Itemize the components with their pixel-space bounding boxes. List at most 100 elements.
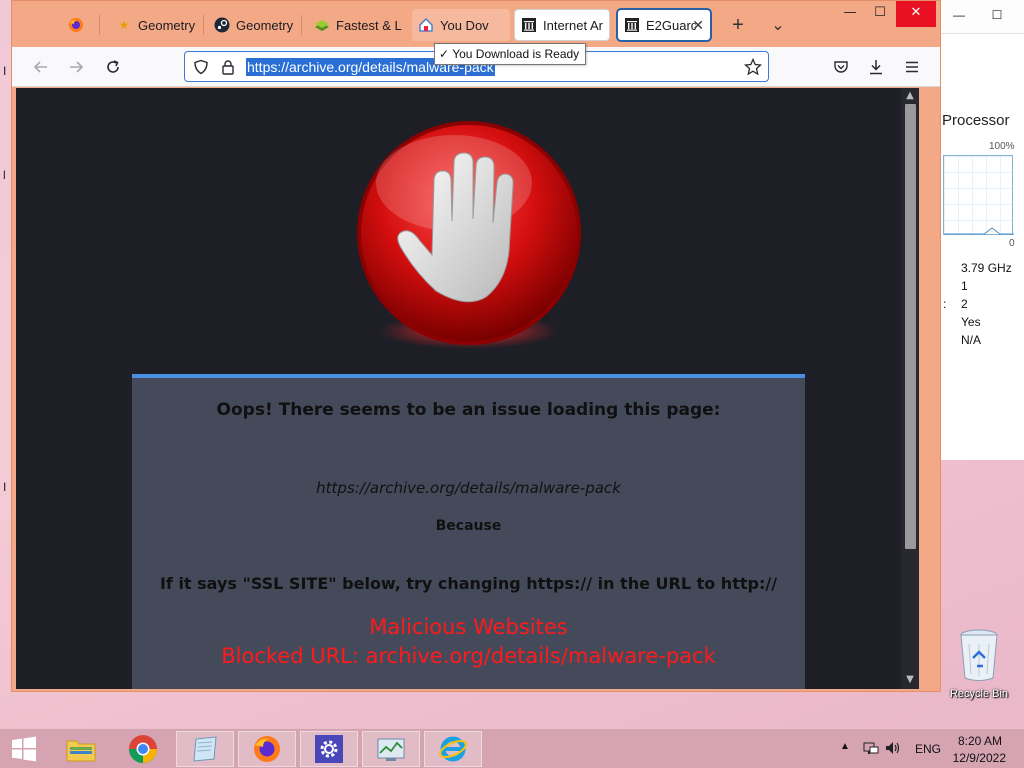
steam-icon — [214, 17, 230, 33]
taskbar: ▲ ENG 8:20 AM 12/9/2022 — [0, 728, 1024, 768]
processor-heading: Processor — [942, 112, 1010, 129]
archive-icon — [521, 17, 537, 33]
download-icon — [870, 60, 882, 75]
show-hidden-icons-button[interactable]: ▲ — [840, 741, 850, 752]
tab-label: Fastest & L — [336, 17, 402, 33]
task-manager-window: — ☐ Processor 100% 0 3.79 GHz 1 : 2 Yes … — [930, 0, 1024, 460]
tab-bar: ★ Geometry Geometry Fastest & L You Dov — [12, 1, 940, 47]
menu-button[interactable] — [900, 55, 924, 79]
volume-icon[interactable] — [884, 739, 902, 762]
tab-fastest[interactable]: Fastest & L — [308, 9, 408, 41]
recycle-bin-label: Recycle Bin — [949, 688, 1009, 700]
task-manager-titlebar: — ☐ — [931, 0, 1024, 34]
bookmark-star-icon[interactable] — [743, 57, 763, 77]
chrome-button[interactable] — [114, 731, 172, 767]
archive-icon — [624, 17, 640, 33]
reload-button[interactable] — [101, 55, 125, 79]
tab-tooltip: ✓ You Download is Ready — [434, 43, 587, 65]
house-icon — [418, 17, 434, 33]
cpu-graph-line — [944, 227, 1014, 235]
close-window-button[interactable]: ✕ — [896, 1, 936, 27]
forward-arrow-icon — [70, 61, 84, 73]
new-tab-button[interactable]: + — [722, 9, 748, 41]
clock-date[interactable]: 12/9/2022 — [953, 751, 1006, 765]
l1-cache-value: N/A — [961, 333, 982, 347]
back-arrow-icon — [33, 61, 47, 73]
because-label: Because — [435, 518, 502, 534]
folder-icon — [66, 740, 96, 762]
page-scrollbar[interactable]: ▲ ▼ — [901, 88, 919, 689]
chrome-icon — [129, 735, 157, 763]
reload-icon — [107, 60, 119, 73]
speed-value: 3.79 GHz — [961, 261, 1012, 275]
tab-geometry-2[interactable]: Geometry — [208, 9, 298, 41]
task-manager-icon — [377, 738, 405, 761]
firefox-icon — [254, 736, 280, 762]
network-icon[interactable] — [862, 739, 880, 762]
colon-text: : — [943, 297, 947, 311]
pocket-button[interactable] — [829, 55, 853, 79]
desktop-edge-text: l — [3, 168, 6, 182]
close-tab-icon[interactable]: ✕ — [692, 17, 704, 34]
tab-geometry-1[interactable]: ★ Geometry — [110, 9, 200, 41]
scroll-down-arrow-icon[interactable]: ▼ — [904, 674, 916, 686]
pocket-icon — [834, 61, 848, 73]
shield-icon[interactable] — [191, 57, 211, 77]
firefox-icon — [68, 17, 84, 33]
tab-e2guardian[interactable]: E2Guard ✕ — [617, 9, 711, 41]
firefox-window: ★ Geometry Geometry Fastest & L You Dov — [11, 0, 941, 692]
ssl-hint-text: If it says "SSL SITE" below, try changin… — [159, 574, 778, 593]
file-explorer-button[interactable] — [52, 731, 110, 767]
graph-min-label: 0 — [1009, 238, 1015, 249]
clock-time[interactable]: 8:20 AM — [958, 734, 1002, 748]
windows-logo-icon — [12, 736, 36, 762]
error-heading: Oops! There seems to be an issue loading… — [216, 400, 721, 420]
tab-label: E2Guard — [646, 17, 696, 33]
tab-label: You Dov — [440, 17, 489, 33]
tab-label: Geometry — [138, 17, 196, 33]
scroll-up-arrow-icon[interactable]: ▲ — [904, 90, 916, 102]
sockets-value: 1 — [961, 279, 968, 293]
star-icon: ★ — [118, 18, 130, 32]
tab-firefox[interactable] — [62, 9, 96, 41]
recycle-bin-shortcut[interactable]: Recycle Bin — [944, 628, 1014, 700]
error-panel: Oops! There seems to be an issue loading… — [132, 374, 805, 689]
downloads-button[interactable] — [864, 55, 888, 79]
language-indicator[interactable]: ENG — [915, 742, 941, 756]
task-manager-button[interactable] — [362, 731, 420, 767]
block-reason: Malicious Websites — [369, 615, 568, 639]
gear-icon — [315, 735, 343, 763]
forward-button[interactable] — [64, 55, 88, 79]
layers-icon — [314, 17, 330, 33]
lock-icon[interactable] — [218, 57, 238, 77]
start-button[interactable] — [0, 731, 48, 767]
page-content: Oops! There seems to be an issue loading… — [16, 88, 919, 689]
settings-button[interactable] — [300, 731, 358, 767]
recycle-bin-icon — [960, 629, 998, 681]
list-all-tabs-button[interactable]: ⌄ — [762, 9, 788, 41]
minimize-button[interactable]: — — [951, 8, 967, 22]
maximize-button[interactable]: ☐ — [989, 8, 1005, 22]
hamburger-menu-icon — [906, 61, 918, 73]
virtualization-value: Yes — [961, 315, 981, 329]
checkmark-icon: ✓ — [439, 47, 450, 61]
stop-hand-icon — [357, 121, 581, 349]
cores-value: 2 — [961, 297, 968, 311]
graph-max-label: 100% — [989, 141, 1015, 152]
tab-you-download[interactable]: You Dov — [412, 9, 510, 41]
tab-label: Internet Ar — [543, 17, 603, 33]
maximize-button[interactable]: ☐ — [860, 1, 900, 27]
internet-explorer-button[interactable] — [424, 731, 482, 767]
internet-explorer-icon — [439, 736, 467, 762]
tooltip-text: You Download is Ready — [452, 47, 580, 61]
firefox-taskbar-button[interactable] — [238, 731, 296, 767]
notepad-icon — [193, 736, 217, 762]
tab-label: Geometry — [236, 17, 294, 33]
tab-internet-archive[interactable]: Internet Ar — [514, 9, 610, 41]
notepad-button[interactable] — [176, 731, 234, 767]
desktop-edge-text: I — [3, 480, 7, 494]
scrollbar-thumb[interactable] — [905, 104, 916, 549]
blocked-url-text: https://archive.org/details/malware-pack — [316, 479, 621, 497]
back-button[interactable] — [29, 55, 53, 79]
blocked-url-line: Blocked URL: archive.org/details/malware… — [221, 644, 716, 668]
